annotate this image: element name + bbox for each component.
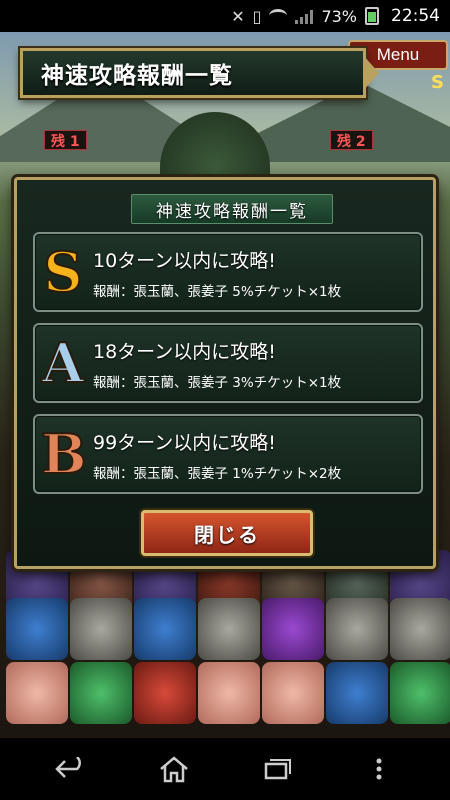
orb-tile <box>70 662 132 724</box>
banner-title: 神速攻略報酬一覧 <box>41 63 233 89</box>
dialog-title: 神速攻略報酬一覧 <box>156 201 308 222</box>
reward-dialog: 神速攻略報酬一覧 S 10ターン以内に攻略! 報酬：張玉蘭、張姜子 5%チケット… <box>14 177 436 569</box>
back-icon <box>55 757 82 778</box>
overflow-menu-button[interactable] <box>349 749 409 789</box>
home-button[interactable] <box>144 749 204 789</box>
orb-tile <box>70 598 132 660</box>
clock: 22:54 <box>391 6 440 26</box>
battery-percent: 73% <box>321 6 357 26</box>
orb-tile <box>262 662 324 724</box>
rank-a-icon: A <box>41 331 85 395</box>
dialog-header: 神速攻略報酬一覧 <box>131 194 333 224</box>
orb-tile <box>390 662 450 724</box>
overflow-menu-icon <box>376 758 382 780</box>
orb-tile <box>390 598 450 660</box>
recents-icon <box>265 759 292 780</box>
reward-text: 報酬：張玉蘭、張姜子 3%チケット×1枚 <box>93 375 342 391</box>
rank-s-icon: S <box>43 240 84 304</box>
enemy-right-label: 残 2 <box>330 130 373 150</box>
close-button-label: 閉じる <box>194 522 260 547</box>
back-button[interactable] <box>41 749 101 789</box>
orb-tile <box>6 662 68 724</box>
turn-rank-badge: S <box>431 72 444 93</box>
wifi-icon <box>269 9 288 23</box>
mute-icon: ✕ <box>231 6 245 26</box>
orb-tile <box>326 662 388 724</box>
reward-row-b: B 99ターン以内に攻略! 報酬：張玉蘭、張姜子 1%チケット×2枚 <box>33 414 423 494</box>
reward-list-banner: 神速攻略報酬一覧 <box>20 48 379 98</box>
sim-icon: ▯ <box>252 6 262 26</box>
orb-tile <box>134 662 196 724</box>
reward-row-s: S 10ターン以内に攻略! 報酬：張玉蘭、張姜子 5%チケット×1枚 <box>33 232 423 312</box>
orb-tile <box>262 598 324 660</box>
rank-b-icon: B <box>40 422 88 486</box>
signal-icon <box>295 8 314 24</box>
orb-tile <box>198 598 260 660</box>
orb-tile <box>6 598 68 660</box>
reward-condition: 10ターン以内に攻略! <box>93 250 276 272</box>
orb-tile <box>198 662 260 724</box>
navigation-bar <box>0 738 450 800</box>
close-button[interactable]: 閉じる <box>141 510 313 556</box>
orb-tile <box>326 598 388 660</box>
orb-tile <box>134 598 196 660</box>
reward-text: 報酬：張玉蘭、張姜子 1%チケット×2枚 <box>93 466 342 482</box>
enemy-left-label: 残 1 <box>44 130 87 150</box>
reward-text: 報酬：張玉蘭、張姜子 5%チケット×1枚 <box>93 284 342 300</box>
reward-condition: 18ターン以内に攻略! <box>93 341 276 363</box>
reward-condition: 99ターン以内に攻略! <box>93 432 276 454</box>
status-bar: ✕ ▯ 73% 22:54 <box>0 0 450 32</box>
battery-icon <box>365 7 379 25</box>
recents-button[interactable] <box>246 749 306 789</box>
reward-row-a: A 18ターン以内に攻略! 報酬：張玉蘭、張姜子 3%チケット×1枚 <box>33 323 423 403</box>
home-icon <box>159 756 188 783</box>
banner-arrow-icon <box>363 55 379 91</box>
